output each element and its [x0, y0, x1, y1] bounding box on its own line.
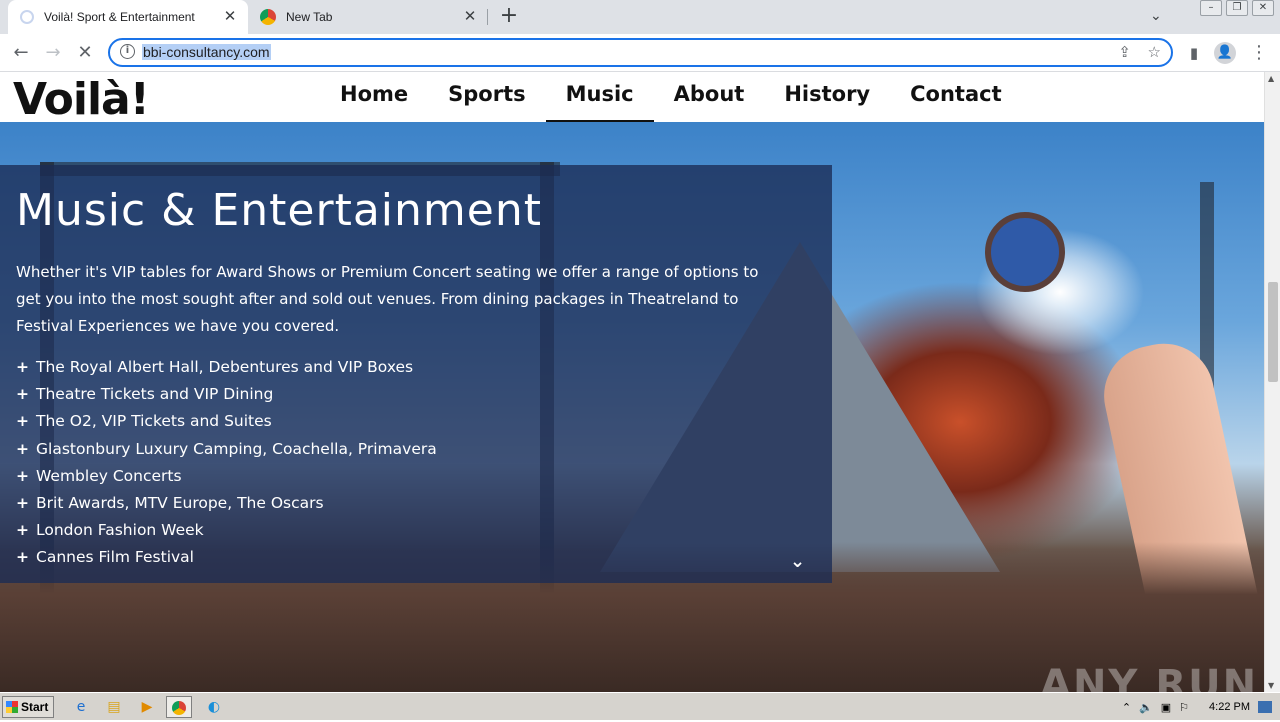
- restore-button[interactable]: ❐: [1226, 0, 1248, 16]
- tab-active[interactable]: Voilà! Sport & Entertainment ✕: [8, 0, 248, 34]
- nav-about[interactable]: About: [654, 72, 765, 122]
- stop-loading-icon[interactable]: ✕: [74, 42, 96, 64]
- plus-icon: +: [16, 466, 29, 485]
- page-scrollbar[interactable]: ▲ ▼: [1264, 72, 1280, 692]
- list-item: + Brit Awards, MTV Europe, The Oscars: [16, 490, 437, 517]
- close-tab-icon[interactable]: ✕: [462, 9, 478, 25]
- clock[interactable]: 4:22 PM: [1209, 701, 1250, 713]
- list-item: + Theatre Tickets and VIP Dining: [16, 381, 437, 408]
- plus-icon: +: [16, 358, 29, 376]
- site-header: Voilà! Home Sports Music About History C…: [0, 72, 1264, 125]
- kebab-menu-icon[interactable]: ⋮: [1248, 42, 1270, 64]
- scroll-down-arrow-icon[interactable]: ▼: [1268, 681, 1274, 690]
- profile-avatar-icon[interactable]: 👤: [1214, 42, 1236, 64]
- system-tray: ⌃ 🔈 ▣ ⚐ 4:22 PM: [1122, 695, 1280, 719]
- plus-icon: +: [16, 521, 29, 540]
- plus-icon: +: [16, 385, 29, 404]
- plus-icon: +: [16, 439, 29, 458]
- intro-paragraph: Whether it's VIP tables for Award Shows …: [16, 263, 759, 335]
- internet-explorer-icon[interactable]: e: [68, 696, 94, 718]
- scroll-down-chevron-icon[interactable]: ⌄: [790, 551, 805, 572]
- volume-icon[interactable]: 🔈: [1139, 701, 1153, 714]
- anyrun-watermark: ANY RUN: [1040, 662, 1259, 692]
- content-overlay-panel: Music & Entertainment Whether it's VIP t…: [0, 165, 832, 583]
- plus-icon: +: [16, 412, 29, 431]
- page-title: Music & Entertainment: [16, 185, 542, 236]
- scroll-up-arrow-icon[interactable]: ▲: [1268, 74, 1274, 83]
- site-info-icon[interactable]: i: [120, 44, 135, 59]
- close-tab-icon[interactable]: ✕: [222, 9, 238, 25]
- edge-icon[interactable]: ◐: [201, 696, 227, 718]
- minimize-button[interactable]: –: [1200, 0, 1222, 16]
- browser-toolbar: ← → ✕ i bbi-consultancy.com ⇪ ☆ ▮ 👤 ⋮: [0, 34, 1280, 72]
- nav-music[interactable]: Music: [545, 72, 654, 122]
- nav-contact[interactable]: Contact: [890, 72, 1022, 122]
- list-item: + Wembley Concerts: [16, 463, 437, 490]
- media-player-icon[interactable]: ▶: [134, 696, 160, 718]
- nav-home[interactable]: Home: [320, 72, 428, 122]
- tab-title: Voilà! Sport & Entertainment: [44, 10, 195, 24]
- plus-icon: +: [16, 494, 29, 513]
- action-center-flag-icon[interactable]: ⚐: [1179, 701, 1189, 714]
- windows-flag-icon: [6, 701, 18, 713]
- forward-arrow-icon[interactable]: →: [42, 42, 64, 64]
- tab-new-tab[interactable]: New Tab ✕: [250, 0, 488, 34]
- list-item: + London Fashion Week: [16, 517, 437, 544]
- new-tab-button[interactable]: +: [498, 5, 520, 28]
- list-item: + Cannes Film Festival: [16, 544, 437, 571]
- tab-search-chevron-icon[interactable]: ⌄: [1150, 8, 1162, 24]
- main-nav: Home Sports Music About History Contact: [320, 72, 1022, 122]
- show-hidden-icons-icon[interactable]: ⌃: [1122, 701, 1131, 714]
- services-list: + The Royal Albert Hall, Debentures and V…: [16, 354, 437, 572]
- site-logo[interactable]: Voilà!: [13, 74, 150, 125]
- loading-spinner-icon: [20, 10, 34, 24]
- web-page: Voilà! Home Sports Music About History C…: [0, 72, 1264, 692]
- windows-taskbar: Start e ▤ ▶ ◐ ⌃ 🔈 ▣ ⚐ 4:22 PM: [0, 692, 1280, 720]
- stage-disc: [985, 212, 1065, 292]
- window-controls: – ❐ ✕: [1200, 0, 1274, 16]
- scrollbar-thumb[interactable]: [1268, 282, 1278, 382]
- share-icon[interactable]: ⇪: [1118, 43, 1131, 61]
- file-explorer-icon[interactable]: ▤: [101, 696, 127, 718]
- tab-separator: [487, 9, 488, 25]
- side-panel-icon[interactable]: ▮: [1183, 42, 1205, 64]
- show-desktop-icon[interactable]: [1258, 701, 1272, 713]
- chrome-taskbar-icon[interactable]: [166, 696, 192, 718]
- chrome-icon: [260, 9, 276, 25]
- list-item: + The O2, VIP Tickets and Suites: [16, 408, 437, 435]
- nav-sports[interactable]: Sports: [428, 72, 545, 122]
- bookmark-star-icon[interactable]: ☆: [1148, 43, 1161, 61]
- address-bar[interactable]: i bbi-consultancy.com ⇪ ☆: [108, 38, 1173, 67]
- network-icon[interactable]: ▣: [1161, 701, 1171, 714]
- url-text[interactable]: bbi-consultancy.com: [142, 44, 271, 60]
- list-item: + Glastonbury Luxury Camping, Coachella, …: [16, 436, 437, 463]
- start-button[interactable]: Start: [2, 696, 54, 718]
- tab-title: New Tab: [286, 10, 333, 24]
- nav-history[interactable]: History: [764, 72, 890, 122]
- close-window-button[interactable]: ✕: [1252, 0, 1274, 16]
- list-item: + The Royal Albert Hall, Debentures and V…: [16, 354, 437, 381]
- hero-festival-image: Music & Entertainment Whether it's VIP t…: [0, 122, 1264, 692]
- back-arrow-icon[interactable]: ←: [10, 42, 32, 64]
- plus-icon: +: [16, 548, 29, 567]
- browser-tab-strip: Voilà! Sport & Entertainment ✕ New Tab ✕…: [0, 0, 1280, 34]
